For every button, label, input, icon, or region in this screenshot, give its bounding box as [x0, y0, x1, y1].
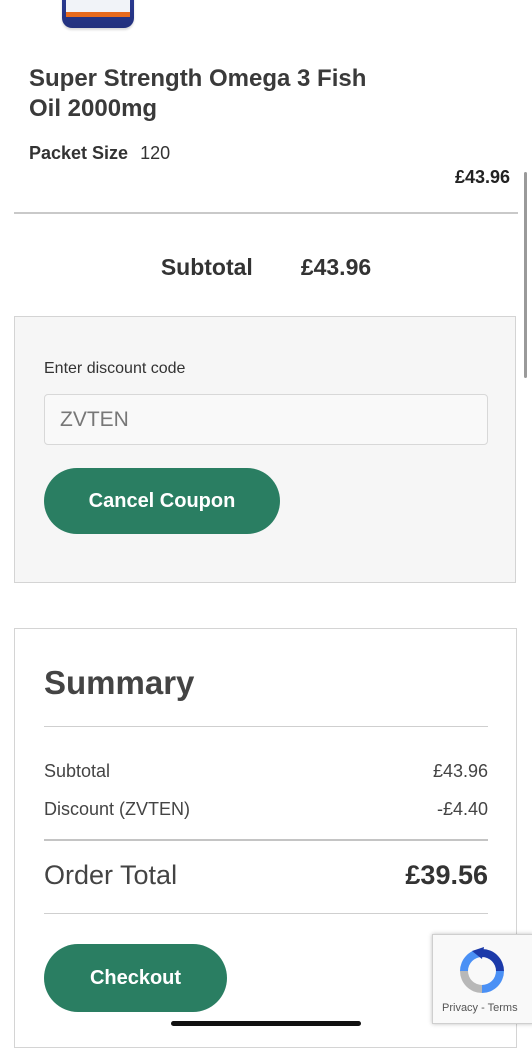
recaptcha-links[interactable]: Privacy - Terms: [442, 1002, 518, 1014]
summary-title: Summary: [44, 664, 195, 701]
cancel-coupon-button[interactable]: Cancel Coupon: [44, 468, 280, 534]
product-image: [62, 0, 134, 28]
discount-code-label: Enter discount code: [44, 360, 186, 377]
order-total-value: £39.56: [405, 860, 488, 890]
packet-size: Packet Size 120: [29, 143, 170, 164]
summary-subtotal-label: Subtotal: [44, 761, 111, 781]
summary-discount-label: Discount (ZVTEN): [44, 799, 191, 819]
order-total-label: Order Total: [44, 860, 178, 890]
discount-panel: [14, 316, 516, 583]
cart-subtotal-value: £43.96: [300, 254, 372, 280]
summary-discount-row: Discount (ZVTEN) -£4.40: [44, 799, 488, 820]
divider: [44, 839, 488, 841]
scrollbar[interactable]: [524, 172, 527, 378]
summary-discount-value: -£4.40: [436, 799, 488, 819]
checkout-button[interactable]: Checkout: [44, 944, 227, 1012]
product-title[interactable]: Super Strength Omega 3 Fish Oil 2000mg: [29, 64, 369, 124]
cart-subtotal-label: Subtotal: [160, 254, 253, 280]
summary-subtotal-row: Subtotal £43.96: [44, 761, 488, 782]
item-price: £43.96: [454, 167, 510, 187]
summary-subtotal-value: £43.96: [432, 761, 488, 781]
order-total-row: Order Total £39.56: [44, 860, 488, 891]
packet-size-label: Packet Size: [29, 143, 129, 163]
cart-subtotal: Subtotal £43.96: [0, 254, 532, 281]
discount-code-input[interactable]: [44, 394, 488, 445]
divider: [14, 212, 518, 214]
packet-size-value: 120: [140, 143, 171, 163]
divider: [44, 913, 488, 914]
divider: [44, 726, 488, 727]
